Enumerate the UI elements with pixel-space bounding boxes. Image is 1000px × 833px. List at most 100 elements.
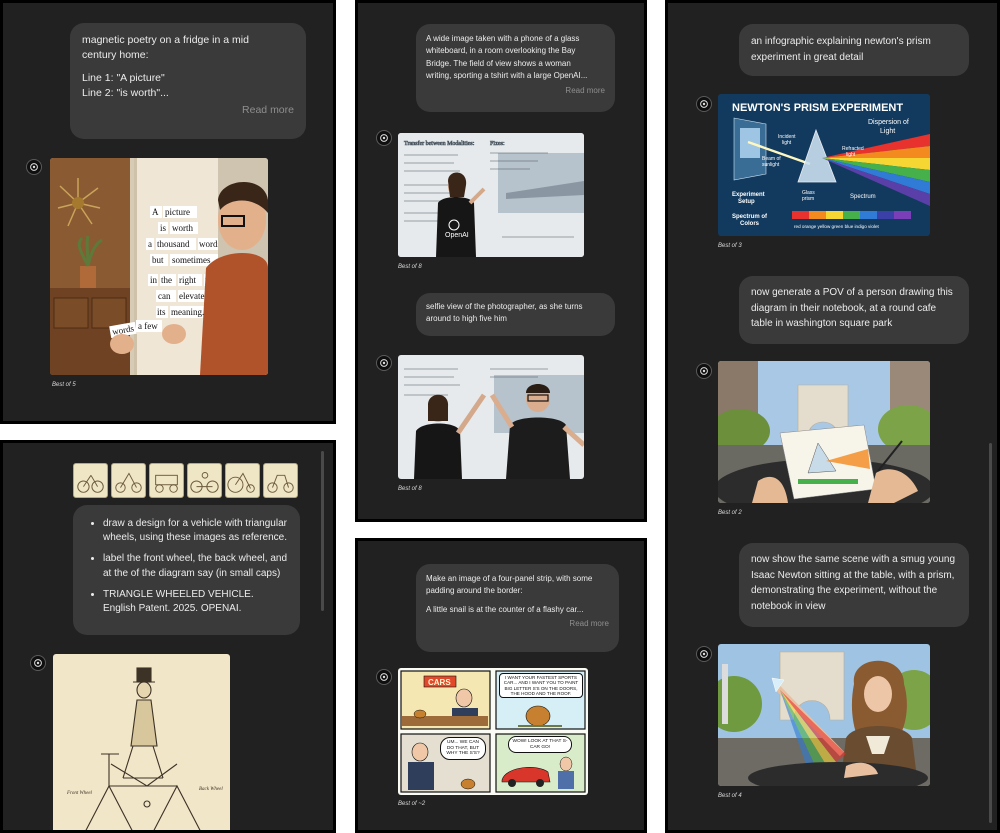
generated-image-infographic[interactable]: NEWTON'S PRISM EXPERIMENT Dispersion of … xyxy=(718,94,930,236)
infographic-label: prism xyxy=(802,196,814,202)
prompt-line: A little snail is at the counter of a fl… xyxy=(426,604,584,614)
prompt-line: A wide image taken with a phone of a gla… xyxy=(426,34,580,43)
generated-image-park-notebook[interactable] xyxy=(718,361,930,503)
comic-speech-bubble: I WANT YOUR FASTEST SPORTS CAR... AND I … xyxy=(499,673,583,699)
prompt-line: diagram in their notebook, at a round ca… xyxy=(751,302,937,314)
assistant-avatar-icon xyxy=(696,96,712,112)
assistant-avatar-icon xyxy=(696,646,712,662)
infographic-label: Light xyxy=(880,128,895,135)
prompt-line: Isaac Newton sitting at the table, with … xyxy=(751,569,955,581)
prompt-bullet: draw a design for a vehicle with triangu… xyxy=(103,517,288,545)
prompt-line: Make an image of a four-panel strip, wit… xyxy=(426,574,593,583)
infographic-label: Spectrum xyxy=(850,194,876,200)
generated-image-whiteboard[interactable]: Transfer between Modalities: Fixes: Open… xyxy=(398,133,584,257)
conversation-panel-vehicle: draw a design for a vehicle with triangu… xyxy=(0,440,336,833)
shirt-logo-text: OpenAI xyxy=(445,232,469,239)
prompt-line: Line 1: "A picture" xyxy=(82,71,165,84)
generated-image-vehicle[interactable]: Front Wheel Back Wheel xyxy=(53,654,230,830)
magnet-word: worth xyxy=(172,223,193,233)
reference-thumbnail[interactable] xyxy=(187,463,222,498)
back-wheel-label: Back Wheel xyxy=(199,787,223,792)
scrollbar[interactable] xyxy=(989,443,992,823)
magnet-word: a few xyxy=(138,321,158,331)
infographic-title: NEWTON'S PRISM EXPERIMENT xyxy=(732,102,903,114)
infographic-label: Colors xyxy=(740,221,760,227)
magnet-word: elevate xyxy=(179,291,204,301)
generated-image-fridge[interactable]: A picture is worth a thousand words, but… xyxy=(50,158,268,375)
prompt-bullet: TRIANGLE WHEELED VEHICLE. English Patent… xyxy=(103,588,288,616)
read-more-link[interactable]: Read more xyxy=(426,85,605,97)
reference-thumbnail[interactable] xyxy=(73,463,108,498)
best-of-label: Best of 3 xyxy=(718,243,742,249)
infographic-label: light xyxy=(846,152,856,158)
magnet-word: is xyxy=(160,223,167,233)
infographic-label: light xyxy=(782,140,792,146)
prompt-line: notebook in view xyxy=(751,600,826,612)
reference-thumbnail[interactable] xyxy=(225,463,260,498)
user-prompt-bubble: now generate a POV of a person drawing t… xyxy=(739,276,969,344)
prompt-line: now generate a POV of a person drawing t… xyxy=(751,287,953,298)
magnet-word: but xyxy=(152,255,164,265)
scrollbar[interactable] xyxy=(321,451,324,611)
prompt-line: Line 2: "is worth"... xyxy=(82,86,169,99)
user-prompt-bubble: A wide image taken with a phone of a gla… xyxy=(416,24,615,112)
reference-thumbnail[interactable] xyxy=(149,463,184,498)
best-of-label: Best of ~2 xyxy=(398,801,426,807)
prompt-line: table in washington square park xyxy=(751,318,893,329)
user-prompt-bubble: now show the same scene with a smug youn… xyxy=(739,543,969,627)
comic-speech-bubble: UM... WE CAN DO THAT, BUT WHY THE S'S? xyxy=(440,737,486,760)
magnet-word: its xyxy=(157,307,166,317)
magnet-word: can xyxy=(158,291,171,301)
best-of-label: Best of 2 xyxy=(718,510,742,516)
front-wheel-label: Front Wheel xyxy=(66,791,93,796)
reference-thumbnail[interactable] xyxy=(263,463,298,498)
user-prompt-bubble: draw a design for a vehicle with triangu… xyxy=(73,505,300,635)
best-of-label: Best of 5 xyxy=(52,382,76,388)
prompt-line: Bridge. The field of view shows a woman xyxy=(426,58,571,68)
assistant-avatar-icon xyxy=(30,655,46,671)
generated-image-selfie[interactable] xyxy=(398,355,584,479)
magnet-word: picture xyxy=(165,207,190,217)
prompt-line: demonstrating the experiment, without th… xyxy=(751,585,938,596)
best-of-label: Best of 8 xyxy=(398,264,422,270)
infographic-label: Experiment xyxy=(732,192,765,198)
prompt-line: century home: xyxy=(82,48,149,61)
generated-image-young-newton[interactable] xyxy=(718,644,930,786)
best-of-label: Best of 8 xyxy=(398,486,422,492)
assistant-avatar-icon xyxy=(376,355,392,371)
magnet-word: thousand xyxy=(157,239,190,249)
comic-speech-bubble: WOW! LOOK AT THAT S-CAR GO! xyxy=(508,736,572,754)
whiteboard-heading-right: Fixes: xyxy=(490,141,505,147)
prompt-line: an infographic explaining newton's prism xyxy=(751,36,931,47)
reference-thumbnail[interactable] xyxy=(111,463,146,498)
assistant-avatar-icon xyxy=(376,669,392,685)
read-more-link[interactable]: Read more xyxy=(426,618,609,630)
generated-image-comic[interactable]: CARS I WANT YOUR FASTEST SPORTS CAR... A… xyxy=(398,668,588,795)
assistant-avatar-icon xyxy=(376,130,392,146)
prompt-line: experiment in great detail xyxy=(751,51,864,63)
user-prompt-bubble: an infographic explaining newton's prism… xyxy=(739,24,969,76)
read-more-link[interactable]: Read more xyxy=(82,103,294,118)
prompt-line: selfie view of the photographer, as she … xyxy=(426,302,583,311)
user-prompt-bubble: magnetic poetry on a fridge in a mid cen… xyxy=(70,23,306,139)
infographic-label: Setup xyxy=(738,199,755,205)
prompt-line: now show the same scene with a smug youn… xyxy=(751,554,955,565)
assistant-avatar-icon xyxy=(26,159,42,175)
user-prompt-bubble: selfie view of the photographer, as she … xyxy=(416,293,615,336)
whiteboard-heading-left: Transfer between Modalities: xyxy=(404,140,475,147)
conversation-panel-newton: an infographic explaining newton's prism… xyxy=(665,0,1000,833)
infographic-label: Spectrum of xyxy=(732,214,768,220)
magnet-word: right xyxy=(179,275,196,285)
infographic-color-names: red orange yellow green blue indigo viol… xyxy=(794,224,880,229)
prompt-line: whiteboard, in a room overlooking the Ba… xyxy=(426,46,576,56)
best-of-label: Best of 4 xyxy=(718,793,742,799)
prompt-line: writing, sporting a tshirt with a large … xyxy=(426,71,588,81)
magnet-word: meaning. xyxy=(171,307,204,317)
infographic-label: sunlight xyxy=(762,162,780,168)
magnet-word: a xyxy=(148,239,152,249)
conversation-panel-comic: Make an image of a four-panel strip, wit… xyxy=(355,538,647,833)
prompt-line: magnetic poetry on a fridge in a mid xyxy=(82,34,249,46)
assistant-avatar-icon xyxy=(696,363,712,379)
prompt-line: padding around the border: xyxy=(426,586,523,596)
magnet-word: sometimes xyxy=(172,255,211,265)
